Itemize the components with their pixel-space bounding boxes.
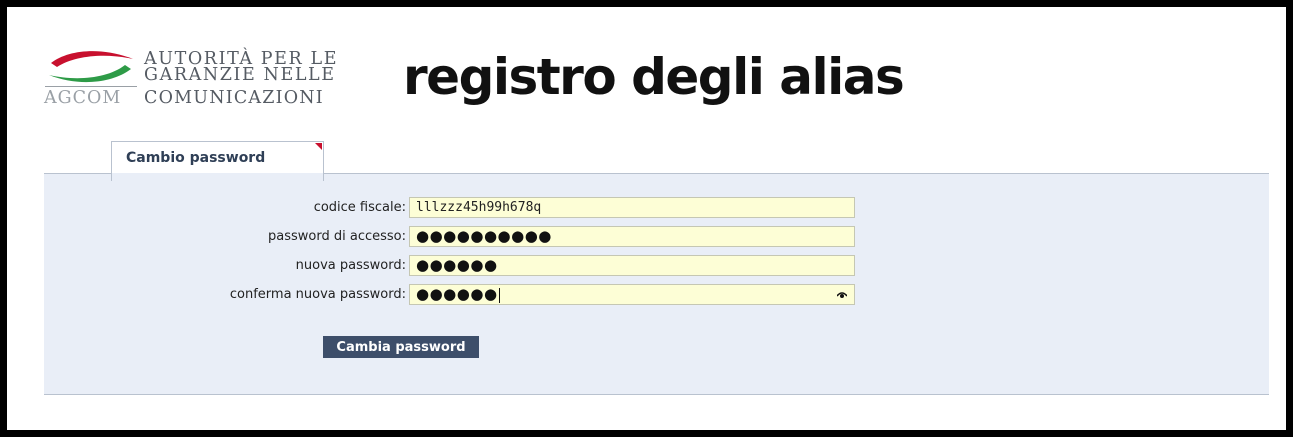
page-frame: AUTORITÀ PER LE GARANZIE NELLE AGCOM COM… (7, 7, 1286, 430)
agcom-logo[interactable]: AUTORITÀ PER LE GARANZIE NELLE AGCOM COM… (43, 43, 343, 115)
nuova-password-label: nuova password: (295, 258, 406, 273)
logo-abbreviation: AGCOM (44, 88, 122, 108)
tab-label: Cambio password (126, 150, 266, 166)
logo-text-line2: GARANZIE NELLE (144, 65, 336, 85)
reveal-password-icon[interactable] (836, 289, 848, 301)
cambia-password-button[interactable]: Cambia password (323, 336, 479, 358)
password-accesso-label: password di accesso: (268, 229, 406, 244)
conferma-password-label: conferma nuova password: (229, 287, 406, 302)
red-corner-triangle-icon (315, 143, 322, 150)
agcom-logo-icon (45, 51, 137, 87)
nuova-password-input[interactable]: ●●●●●● (409, 255, 855, 276)
codice-fiscale-label: codice fiscale: (313, 200, 406, 215)
tab-bridge (112, 173, 323, 181)
form-row-nuova-password: nuova password: ●●●●●● (44, 255, 1269, 277)
codice-fiscale-input[interactable]: lllzzz45h99h678q (409, 197, 855, 218)
form-row-password-accesso: password di accesso: ●●●●●●●●●● (44, 226, 1269, 248)
conferma-password-input[interactable]: ●●●●●● (409, 284, 855, 305)
password-accesso-input[interactable]: ●●●●●●●●●● (409, 226, 855, 247)
conferma-password-value: ●●●●●● (416, 285, 498, 303)
password-accesso-value: ●●●●●●●●●● (416, 227, 552, 245)
codice-fiscale-value: lllzzz45h99h678q (416, 200, 542, 215)
site-title: registro degli alias (403, 48, 905, 106)
text-caret (498, 288, 500, 303)
logo-text-line3: COMUNICAZIONI (144, 88, 324, 108)
form-row-conferma-password: conferma nuova password: ●●●●●● (44, 284, 1269, 306)
form-row-codice-fiscale: codice fiscale: lllzzz45h99h678q (44, 197, 1269, 219)
form-panel: codice fiscale: lllzzz45h99h678q passwor… (44, 173, 1269, 395)
nuova-password-value: ●●●●●● (416, 256, 498, 274)
